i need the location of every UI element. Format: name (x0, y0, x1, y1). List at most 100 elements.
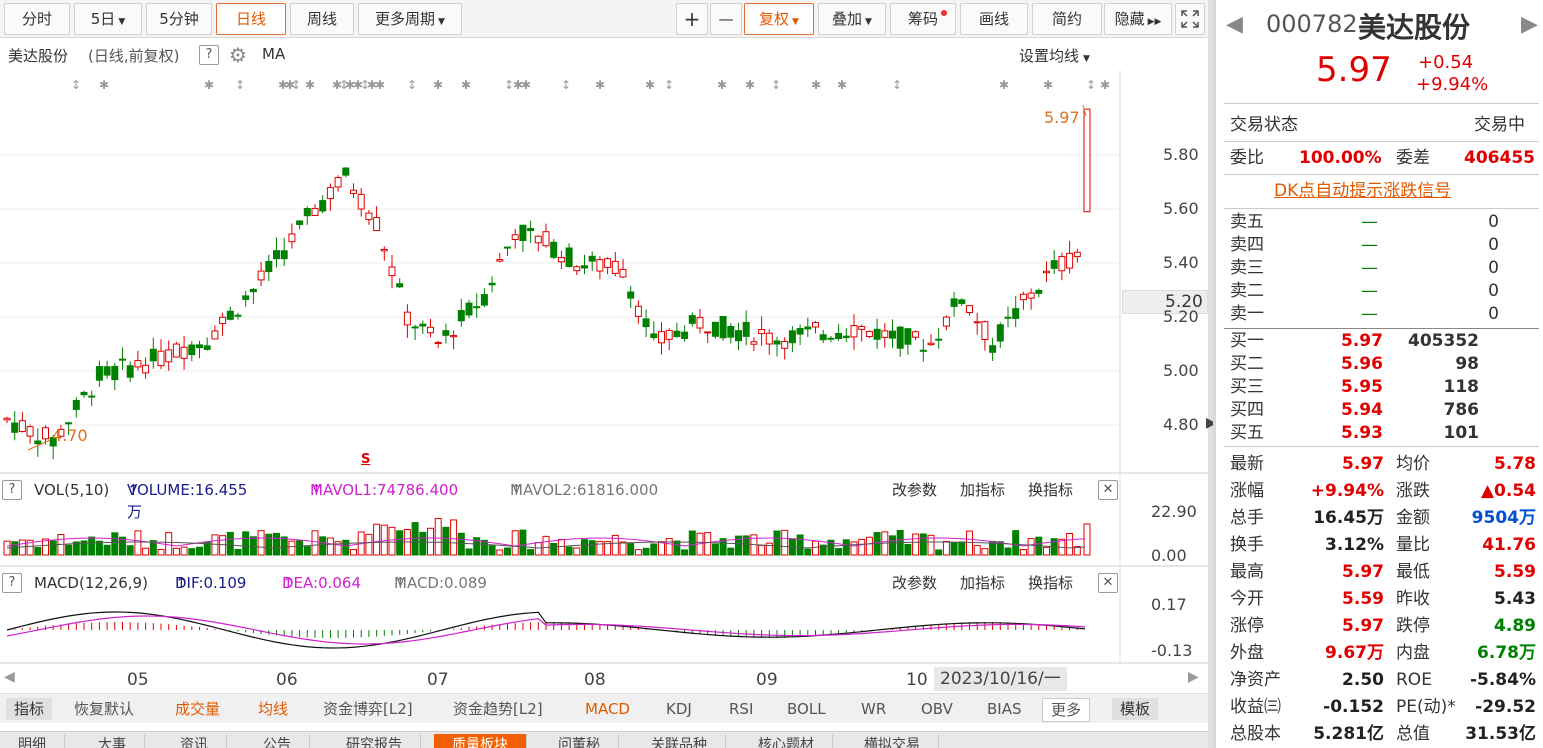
volume-bar (550, 542, 558, 556)
zoom-in-button[interactable]: + (676, 3, 708, 35)
level-label: 卖四 (1230, 235, 1264, 255)
candle (380, 248, 388, 252)
level-price: — (1361, 212, 1378, 232)
indicator-macd[interactable]: MACD (585, 698, 630, 720)
candle (619, 268, 627, 278)
indicator-ma[interactable]: 均线 (258, 698, 288, 720)
vol-volume: VOLUME:16.455万 ↑ (127, 481, 248, 521)
tab-intraday[interactable]: 分时 (4, 3, 70, 35)
candle (403, 311, 411, 326)
kline-chart[interactable]: ↕ ✱ ✱ ↕ ✱✱↕ ✱ ✱↕✱✱↕✱✱ ↕ ✱ ✱ ↕✱✱ ↕ ✱ ✱ ↕ ✱ ✱ ↕ ✱ ✱ ↕ ✱ ✱ ↕ ✱ (0, 70, 1208, 693)
candle (42, 427, 49, 440)
tab-weekly[interactable]: 周线 (290, 3, 354, 35)
help-icon[interactable]: ? (2, 480, 22, 500)
candle (942, 316, 950, 327)
chips-button[interactable]: 筹码 (890, 3, 956, 35)
help-icon[interactable]: ? (2, 573, 22, 593)
tab-5day[interactable]: 5日 ▼ (74, 3, 142, 35)
indicator-boll[interactable]: BOLL (787, 698, 826, 720)
candle (696, 317, 704, 329)
tab-related[interactable]: 关联品种 (633, 734, 726, 748)
tab-research[interactable]: 研究报告 (328, 734, 421, 748)
sell-signal-marker[interactable]: S (361, 452, 370, 467)
tab-news[interactable]: 资讯 (162, 734, 227, 748)
more-indicators-button[interactable]: 更多 (1042, 698, 1091, 722)
candle (280, 250, 288, 260)
candle (788, 330, 796, 344)
indicator-volume[interactable]: 成交量 (175, 698, 220, 720)
candle (781, 340, 789, 349)
chevron-down-icon: ▼ (438, 17, 445, 27)
scroll-left-icon[interactable]: ◀ (4, 669, 15, 685)
dk-signal-link[interactable]: DK点自动提示涨跌信号 (1274, 180, 1451, 203)
indicator-wr[interactable]: WR (861, 698, 886, 720)
sell-level-row: 卖三 — 0 (1216, 257, 1543, 280)
candle (765, 332, 773, 345)
candle (234, 314, 242, 317)
next-stock-icon[interactable]: ▶ (1521, 12, 1538, 37)
tab-announcements[interactable]: 公告 (245, 734, 310, 748)
help-icon[interactable]: ? (199, 45, 219, 65)
template-button[interactable]: 模板 (1112, 698, 1159, 720)
restore-rights-button[interactable]: 复权 ▼ (744, 3, 814, 35)
overlay-button[interactable]: 叠加 ▼ (818, 3, 886, 35)
switch-indicator-button[interactable]: 换指标 (1028, 572, 1073, 594)
level-volume: 405352 (1408, 331, 1479, 351)
volume-bar (711, 543, 719, 556)
candle (465, 302, 473, 316)
chevron-down-icon: ▼ (865, 17, 872, 27)
set-ma-dropdown[interactable]: 设置均线 ▼ (1019, 45, 1090, 66)
indicator-rsi[interactable]: RSI (729, 698, 753, 720)
tab-events[interactable]: 大事 (80, 734, 145, 748)
chart-mode: (日线,前复权) (88, 47, 180, 65)
tab-core-themes[interactable]: 核心题材 (740, 734, 833, 748)
indicator-fund-trend[interactable]: 资金趋势[L2] (453, 698, 543, 720)
candle (311, 207, 319, 216)
tab-quality-sector[interactable]: 质量板块 (434, 734, 527, 748)
candle (427, 326, 434, 334)
volume-bar (11, 541, 19, 556)
tab-daily[interactable]: 日线 (216, 3, 286, 35)
tab-5min[interactable]: 5分钟 (146, 3, 212, 35)
volume-bar (350, 548, 357, 556)
add-indicator-button[interactable]: 加指标 (960, 479, 1005, 501)
candle (858, 326, 866, 330)
sell-level-row: 卖五 — 0 (1216, 211, 1543, 234)
stat-label: 总股本 (1230, 724, 1281, 744)
prev-stock-icon[interactable]: ◀ (1226, 12, 1243, 37)
draw-button[interactable]: 画线 (960, 3, 1028, 35)
indicator-obv[interactable]: OBV (921, 698, 953, 720)
candle (296, 220, 304, 225)
date-axis: ◀ 05 06 07 08 09 10 2023/10/16/一 ▶ (0, 665, 1208, 693)
candle (211, 330, 219, 340)
simple-button[interactable]: 简约 (1032, 3, 1102, 35)
chevron-down-icon: ▼ (118, 17, 126, 27)
event-marker-icon: ↕ (771, 78, 781, 92)
hide-button[interactable]: 隐藏 ▶▶ (1104, 3, 1172, 35)
gear-icon[interactable]: ⚙ (229, 43, 247, 67)
close-icon[interactable]: ✕ (1098, 573, 1118, 593)
edit-params-button[interactable]: 改参数 (892, 572, 937, 594)
close-icon[interactable]: ✕ (1098, 480, 1118, 500)
restore-default-button[interactable]: 恢复默认 (74, 698, 134, 720)
buy-level-row: 买四 5.94 786 (1216, 399, 1543, 422)
level-price: 5.93 (1341, 423, 1383, 443)
indicator-fund-game[interactable]: 资金博弈[L2] (323, 698, 413, 720)
indicator-kdj[interactable]: KDJ (666, 698, 692, 720)
tab-sim-trade[interactable]: 横拟交易 (846, 734, 939, 748)
expand-icon[interactable] (1175, 3, 1205, 35)
indicator-bias[interactable]: BIAS (987, 698, 1022, 720)
volume-bar (796, 534, 804, 556)
add-indicator-button[interactable]: 加指标 (960, 572, 1005, 594)
level-price: 5.96 (1341, 354, 1383, 374)
tab-more-periods[interactable]: 更多周期 ▼ (358, 3, 462, 35)
candle (773, 340, 781, 345)
macd-indicator-header: ? MACD(12,26,9) DIF:0.109 ↑ DEA:0.064 ↑ … (0, 572, 1208, 594)
level-volume: 101 (1443, 423, 1480, 443)
tab-ask-secretary[interactable]: 问董秘 (540, 734, 619, 748)
switch-indicator-button[interactable]: 换指标 (1028, 479, 1073, 501)
tab-details[interactable]: 明细 (0, 734, 65, 748)
edit-params-button[interactable]: 改参数 (892, 479, 937, 501)
scroll-right-icon[interactable]: ▶ (1188, 669, 1199, 685)
zoom-out-button[interactable]: — (710, 3, 742, 35)
